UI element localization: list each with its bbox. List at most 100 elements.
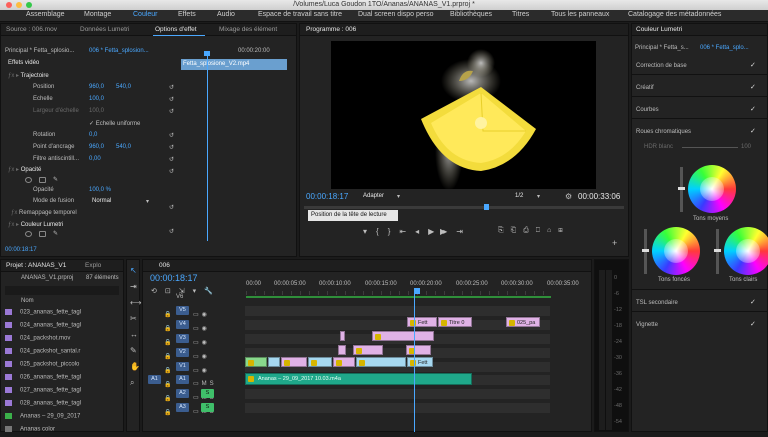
shadows-wheel[interactable] (652, 227, 700, 275)
clip-fett-v1[interactable]: Fett (407, 357, 433, 367)
slider-handle[interactable] (714, 249, 721, 252)
workspace-dual-screen[interactable]: Dual screen dispo perso (358, 11, 434, 18)
shadows-slider[interactable] (642, 229, 649, 274)
clip-fett-v4[interactable]: Fett (407, 317, 437, 327)
ellipse-mask-icon[interactable] (25, 231, 32, 237)
track-lock-icons[interactable]: 🔒 🔒 🔒 🔒 🔒 🔒 🔒 🔒 (164, 308, 171, 420)
track-target-v2[interactable]: V2 (176, 348, 189, 357)
play-button[interactable]: ▶ (440, 227, 446, 236)
source-patch-a1[interactable]: A1 (148, 375, 161, 384)
blend-mode-select[interactable]: Normal (92, 198, 111, 204)
section-roues[interactable]: Roues chromatiques (636, 129, 691, 135)
timeline-timecode[interactable]: 00:00:18:17 (150, 273, 198, 283)
clip-v3-a[interactable] (372, 331, 434, 341)
rect-mask-icon[interactable] (39, 231, 46, 237)
clip-titre[interactable]: Titre 0 (438, 317, 472, 327)
track-toggle-icons[interactable]: ▭◉ ▭◉ ▭◉ ▭◉ ▭◉ (193, 308, 210, 378)
filtre-value[interactable]: 0,00 (89, 156, 101, 162)
clip-v3-b[interactable] (340, 331, 345, 341)
hdr-slider[interactable] (682, 147, 738, 148)
list-item[interactable]: 024_packshot_santal.r (5, 348, 117, 359)
effect-timecode[interactable]: 00:00:18:17 (5, 247, 37, 253)
tab-mixage[interactable]: Mixage des élément (219, 26, 277, 33)
creatif-checkbox[interactable]: ✓ (750, 83, 756, 91)
effect-sequence-clip[interactable]: 006 * Fetta_splosion... (89, 48, 149, 54)
correction-checkbox[interactable]: ✓ (750, 61, 756, 69)
list-item[interactable]: 023_ananas_fette_tagl (5, 309, 117, 320)
program-video-frame[interactable] (331, 41, 596, 189)
edit-controls[interactable]: ⎘⎗⎙⎕⌂⊞ (498, 227, 570, 235)
tab-options-effet[interactable]: Options d'effet (155, 26, 197, 33)
slider-handle[interactable] (678, 187, 685, 190)
zoom-window-button[interactable] (26, 2, 32, 8)
wrench-icon[interactable]: ⚙ (565, 192, 572, 201)
track-target-v3[interactable]: V3 (176, 334, 189, 343)
midtones-slider[interactable] (678, 167, 685, 212)
courbes-checkbox[interactable]: ✓ (750, 105, 756, 113)
workspace-titres[interactable]: Titres (512, 11, 529, 18)
position-y[interactable]: 540,0 (116, 84, 131, 90)
midtones-wheel[interactable] (688, 165, 736, 213)
ripple-tool-icon[interactable]: ⟷ (130, 298, 141, 307)
clip-v1-c[interactable] (281, 357, 307, 367)
list-item[interactable]: 027_ananas_fette_tagl (5, 387, 117, 398)
tab-programme[interactable]: Programme : 006 (306, 26, 356, 33)
track-select-tool-icon[interactable]: ⇥ (130, 282, 137, 291)
clip-v1-b[interactable] (268, 357, 280, 367)
ancrage-x[interactable]: 960,0 (89, 144, 104, 150)
transport-controls[interactable]: ▾{}⇤◂▶▸⇥ (363, 227, 472, 236)
workspace-assemblage[interactable]: Assemblage (26, 11, 65, 18)
tab-explorateur[interactable]: Explo (85, 262, 101, 269)
pen-mask-icon[interactable]: ✎ (53, 230, 58, 237)
list-item[interactable]: 025_packshot_piccolo (5, 361, 117, 372)
program-timecode[interactable]: 00:00:18:17 (306, 192, 348, 201)
track-target-v1[interactable]: V1 (176, 362, 189, 371)
pen-tool-icon[interactable]: ✎ (130, 346, 137, 355)
tab-sequence[interactable]: 006 (159, 262, 170, 269)
close-window-button[interactable] (6, 2, 12, 8)
reset-icons-column[interactable]: ↺ ↺ ↺ ↺ ↺ ↺ ↺ ↺ ↺ (169, 82, 174, 238)
track-a3[interactable] (245, 403, 550, 413)
section-creatif[interactable]: Créatif (636, 85, 654, 91)
add-button[interactable]: + (612, 238, 617, 248)
tab-projet[interactable]: Projet : ANANAS_V1 (6, 262, 66, 269)
track-target-a1[interactable]: A1 (176, 375, 189, 384)
lumetri-master-clip[interactable]: Principal * Fetta_s... (635, 45, 689, 51)
workspace-audio[interactable]: Audio (217, 11, 235, 18)
zoom-tool-icon[interactable]: ⌕ (130, 378, 134, 388)
minimize-window-button[interactable] (16, 2, 22, 8)
section-courbes[interactable]: Courbes (636, 107, 659, 113)
audio-mute-solo[interactable]: ▭MS ▭MS ▭MS (193, 377, 217, 419)
selection-tool-icon[interactable]: ↖ (130, 266, 137, 275)
clip-v2-c[interactable] (406, 345, 431, 355)
project-search-input[interactable] (5, 286, 119, 295)
workspace-tous-panneaux[interactable]: Tous les panneaux (551, 11, 609, 18)
list-item[interactable]: Ananas – 29_09_2017 (5, 413, 117, 424)
clip-v1-e[interactable] (333, 357, 355, 367)
clip-v2-a[interactable] (338, 345, 346, 355)
rect-mask-icon[interactable] (39, 177, 46, 183)
clip-v1-a[interactable] (245, 357, 267, 367)
razor-tool-icon[interactable]: ✂ (130, 314, 137, 323)
program-playhead[interactable] (484, 204, 489, 210)
workspace-effets[interactable]: Effets (178, 11, 196, 18)
hand-tool-icon[interactable]: ✋ (130, 362, 140, 371)
opacity-value[interactable]: 100,0 % (89, 187, 111, 193)
tab-donnees-lumetri[interactable]: Données Lumetri (80, 26, 130, 33)
workspace-montage[interactable]: Montage (84, 11, 111, 18)
clip-025[interactable]: 025_pa (506, 317, 540, 327)
section-vignette[interactable]: Vignette (636, 322, 658, 328)
uniform-scale-row[interactable]: ✓ Echelle uniforme (89, 120, 140, 127)
track-v4[interactable] (245, 320, 550, 330)
tsl-checkbox[interactable]: ✓ (750, 298, 756, 306)
clip-v2-b[interactable] (353, 345, 383, 355)
program-scrubber[interactable] (304, 206, 624, 209)
list-item[interactable]: 024_packshot.mov (5, 335, 117, 346)
workspace-catalogage[interactable]: Catalogage des métadonnées (628, 11, 721, 18)
workspace-sans-titre[interactable]: Espace de travail sans titre (258, 11, 342, 18)
track-target-v4[interactable]: V4 (176, 320, 189, 329)
clip-v1-d[interactable] (308, 357, 332, 367)
slider-handle[interactable] (642, 249, 649, 252)
roues-checkbox[interactable]: ✓ (750, 127, 756, 135)
tab-source[interactable]: Source : 006.mov (6, 26, 57, 33)
